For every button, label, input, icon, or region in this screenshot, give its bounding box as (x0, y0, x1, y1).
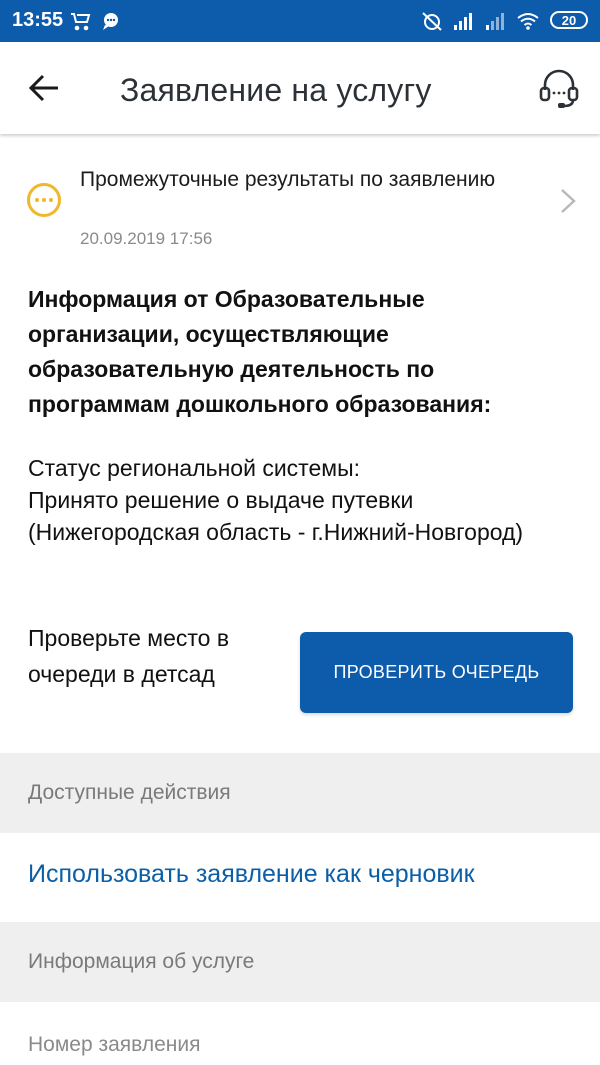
status-time: 13:55 (12, 9, 64, 31)
chevron-right-icon (561, 189, 576, 213)
signal-weak-icon (484, 10, 508, 32)
app-bar: Заявление на услугу (0, 42, 600, 134)
signal-icon (452, 10, 476, 32)
more-dots-icon (27, 183, 61, 217)
service-info-header: Информация об услуге (0, 922, 600, 1002)
alarm-off-icon (420, 10, 444, 32)
queue-prompt-text: Проверьте место в очереди в детсад (28, 625, 230, 687)
use-as-draft-link[interactable]: Использовать заявление как черновик (28, 860, 475, 889)
check-queue-button[interactable]: ПРОВЕРИТЬ ОЧЕРЕДЬ (300, 632, 573, 713)
intermediate-results-item[interactable]: Промежуточные результаты по заявлению 20… (0, 150, 600, 260)
page-title: Заявление на услугу (120, 72, 432, 108)
chat-icon (100, 10, 122, 32)
battery-icon: 20 (550, 11, 588, 29)
regional-status-text: Статус региональной системы: Принято реш… (28, 455, 524, 545)
result-title: Промежуточные результаты по заявлению (80, 168, 496, 191)
stroller-icon (68, 10, 92, 32)
info-heading: Информация от Образовательные организаци… (28, 286, 492, 417)
headset-icon (539, 69, 579, 108)
support-button[interactable] (538, 66, 580, 110)
wifi-icon (516, 10, 540, 32)
arrow-left-icon (28, 74, 58, 102)
result-date: 20.09.2019 17:56 (80, 229, 213, 248)
back-button[interactable] (26, 70, 62, 106)
status-bar: 13:55 20 (0, 0, 600, 42)
available-actions-header: Доступные действия (0, 753, 600, 833)
application-number-label: Номер заявления (28, 1033, 201, 1056)
